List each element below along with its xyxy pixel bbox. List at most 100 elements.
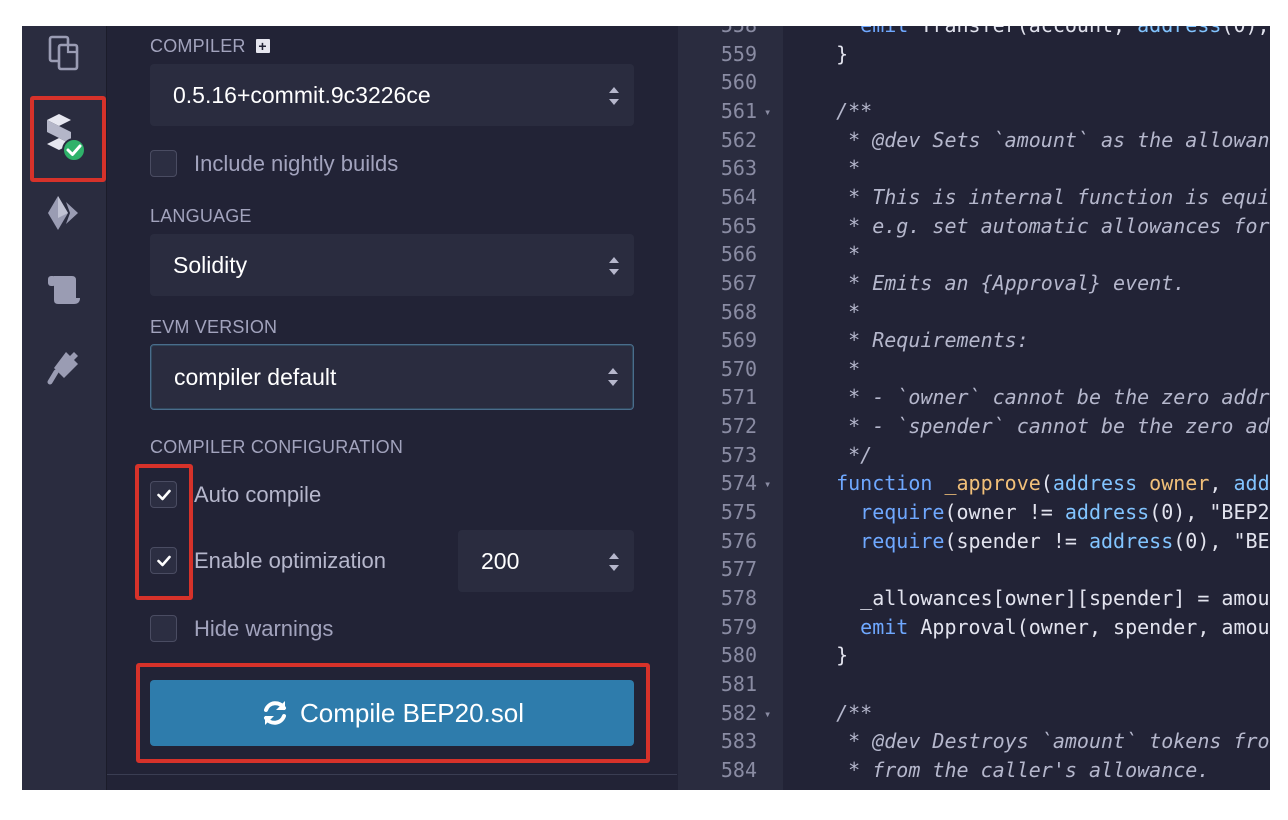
add-compiler-icon[interactable]: + [255,39,270,53]
debugger-icon[interactable] [22,272,106,306]
checkmark-icon [157,489,171,501]
language-value: Solidity [173,252,248,278]
language-label: LANGUAGE [150,206,252,226]
code-line: * - `spender` cannot be the zero ad [812,412,1270,441]
compile-button[interactable]: Compile BEP20.sol [150,680,634,746]
deploy-run-icon[interactable] [22,194,106,232]
remix-ide-window: COMPILER + 0.5.16+commit.9c3226ce Include… [22,26,1270,790]
enable-optimization-label: Enable optimization [194,548,387,573]
code-line: * [812,154,860,183]
code-token: * from the caller's allowance. [812,757,1210,782]
optimization-runs-value: 200 [481,548,520,574]
code-token: require [860,528,945,553]
compiler-version-select[interactable]: 0.5.16+commit.9c3226ce [150,64,634,126]
code-line: * from the caller's allowance. [812,756,1209,785]
line-number: 579 [720,614,757,639]
auto-compile-checkbox[interactable] [150,481,177,508]
code-line: * [812,355,860,384]
line-number: 577 [720,557,757,582]
code-line: * @dev Sets `amount` as the allowan [812,126,1270,155]
code-token: address [1052,471,1138,496]
code-line: require(spender != address(0), "BE [812,527,1270,556]
line-number: 561 [720,98,757,123]
solidity-compiler-icon[interactable] [22,110,106,166]
code-token: * [812,299,861,324]
language-select[interactable]: Solidity [150,234,634,296]
code-token: _approve [932,471,1041,496]
code-token: * @dev Sets `amount` as the allowan [812,127,1270,152]
compiler-configuration-label: COMPILER CONFIGURATION [150,437,404,457]
code-line: * Requirements: [812,326,1029,355]
line-number: 583 [720,729,757,754]
code-line: } [812,641,848,670]
code-token: add [1233,471,1270,496]
code-token: address [1064,500,1150,525]
fold-arrow-icon[interactable]: ▾ [764,105,771,119]
code-token: (0), [1221,26,1269,37]
panel-divider [107,774,677,775]
code-token: require [860,500,945,525]
code-token: owner [1137,471,1210,496]
code-token: * [812,356,861,381]
code-line: /** [812,97,872,126]
fold-arrow-icon[interactable]: ▾ [764,707,771,721]
code-token: (0), "BE [1173,528,1270,553]
line-number: 559 [720,41,757,66]
solidity-compiler-panel: COMPILER + 0.5.16+commit.9c3226ce Include… [107,26,677,790]
refresh-icon [264,701,286,725]
code-line: * [812,298,860,327]
enable-optimization-checkbox[interactable] [150,547,177,574]
line-number: 560 [720,70,757,95]
code-line: * - `owner` cannot be the zero addr [812,383,1270,412]
select-arrows-icon [609,87,619,105]
code-token: } [812,643,849,668]
include-nightly-checkbox[interactable] [150,150,177,177]
code-token: Approval(owner, spender, amou [908,614,1270,639]
line-number: 580 [720,643,757,668]
code-line: emit Transfer(account, address(0), [812,26,1269,40]
fold-arrow-icon[interactable]: ▾ [764,477,771,491]
code-line: _allowances[owner][spender] = amou [812,584,1269,613]
compiler-section-label: COMPILER + [150,36,270,57]
code-token: emit [860,614,909,639]
line-number: 567 [720,270,757,295]
code-line: * This is internal function is equi [812,183,1270,212]
line-number: 574 [720,471,757,496]
code-token: * [812,156,861,181]
code-token: address [1137,26,1221,37]
code-line: * Emits an {Approval} event. [812,269,1185,298]
plugin-manager-icon[interactable] [22,348,106,386]
code-token: * - `owner` cannot be the zero addr [812,385,1270,410]
code-token: } [812,41,849,66]
code-line: function _approve(address owner, add [812,469,1270,498]
code-token: * Requirements: [812,328,1029,353]
include-nightly-label: Include nightly builds [194,151,399,176]
code-line: } [812,40,848,69]
evm-version-label: EVM VERSION [150,317,278,337]
line-number: 573 [720,442,757,467]
stepper-arrows-icon[interactable] [608,550,620,574]
code-token: * [812,242,861,267]
optimization-runs-input[interactable]: 200 [458,530,634,592]
line-number-gutter: 558559 560 561 ▾ 562 563 564 565 566 567 568 569 570… [678,26,783,790]
line-number: 578 [720,586,757,610]
evm-version-select[interactable]: compiler default [150,344,634,410]
line-number: 563 [720,156,757,181]
code-token: * This is internal function is equi [812,184,1270,209]
checkmark-icon [157,555,171,567]
line-number: 565 [720,213,757,238]
hide-warnings-label: Hide warnings [194,616,334,641]
code-token: * - `spender` cannot be the zero ad [812,414,1270,439]
code-editor[interactable]: 558559 560 561 ▾ 562 563 564 565 566 567 568 569 570… [678,26,1270,790]
line-number: 582 [720,700,757,725]
code-token: address [1088,528,1174,553]
hide-warnings-checkbox[interactable] [150,615,177,642]
line-number: 569 [720,328,757,353]
file-explorer-icon[interactable] [22,34,106,72]
code-token: * Emits an {Approval} event. [812,270,1186,295]
code-token: , [1209,471,1234,496]
